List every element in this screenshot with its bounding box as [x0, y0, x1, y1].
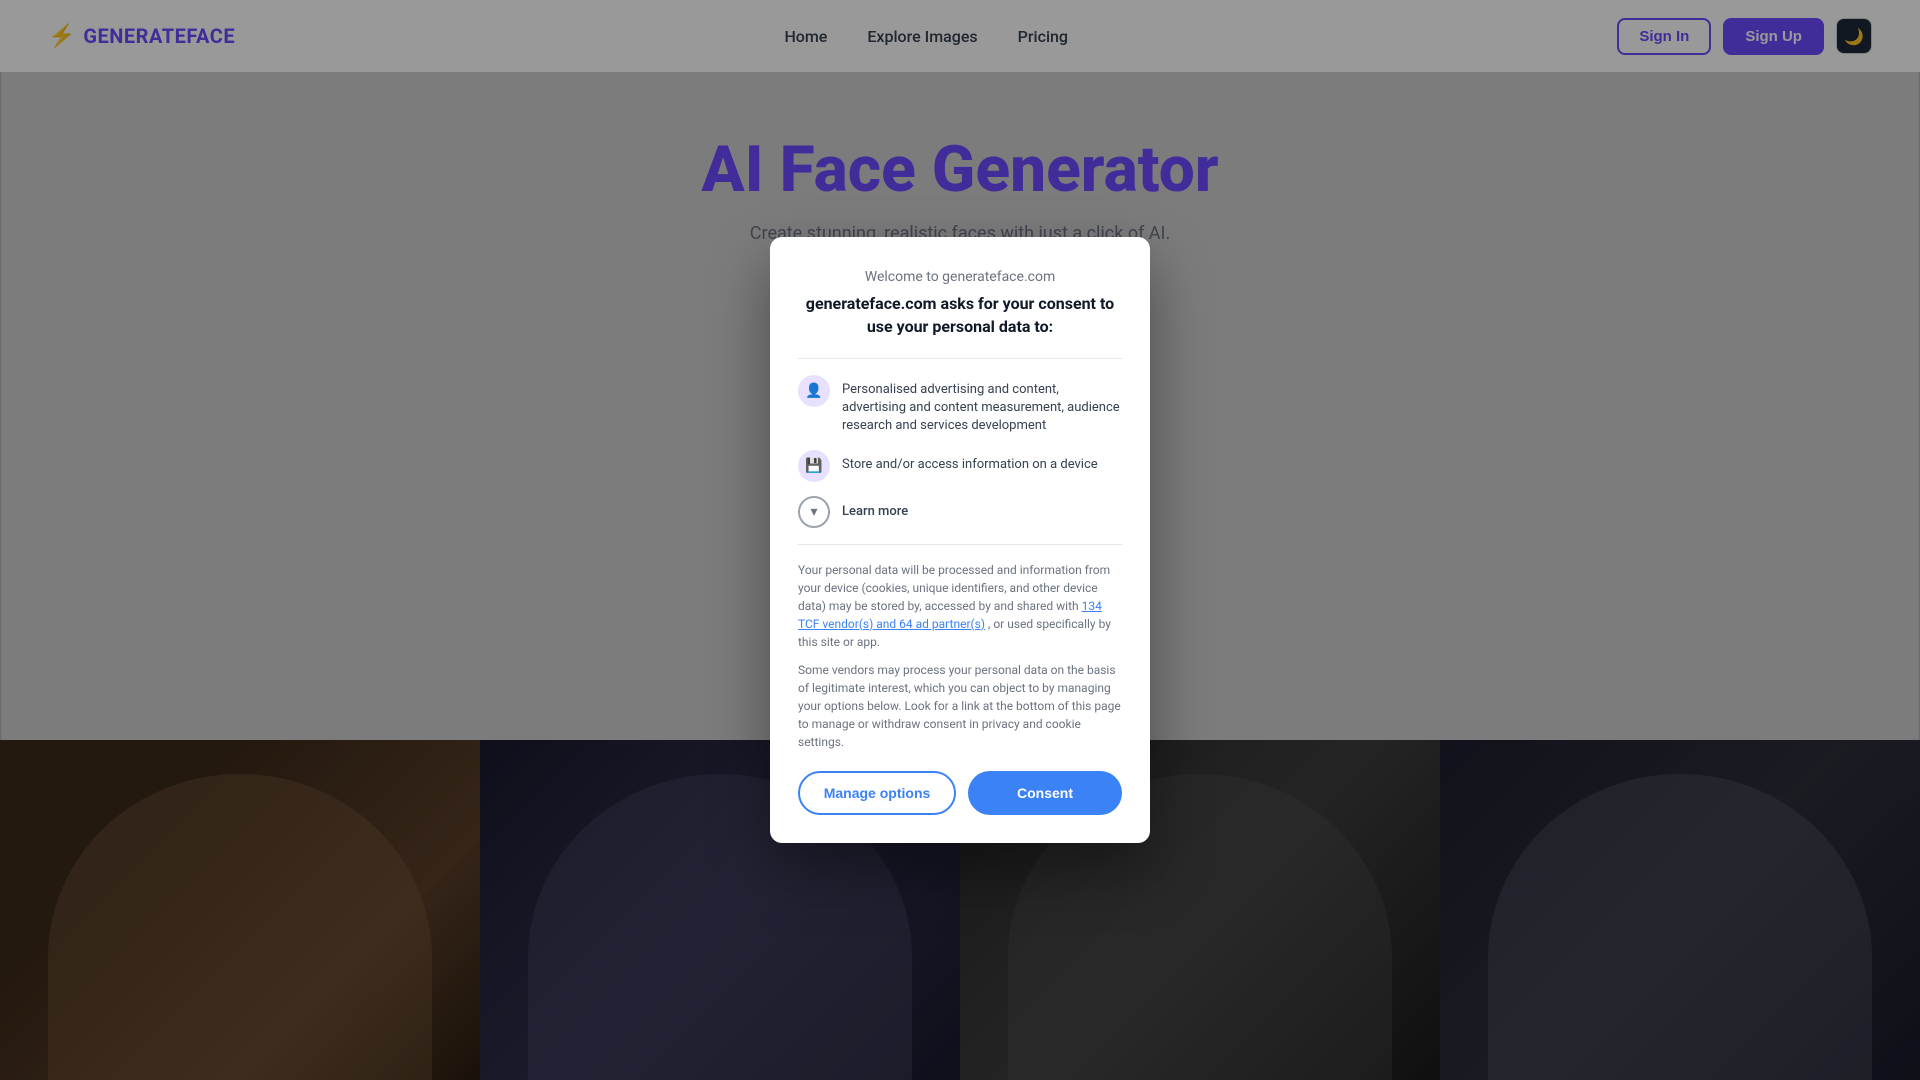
- modal-header: Welcome to generateface.com generateface…: [798, 269, 1122, 338]
- modal-divider: [798, 358, 1122, 359]
- consent-item-storage: 💾 Store and/or access information on a d…: [798, 450, 1122, 482]
- modal-title: generateface.com asks for your consent t…: [798, 293, 1122, 338]
- learn-more-item[interactable]: ▾ Learn more: [798, 496, 1122, 528]
- consent-item-advertising: 👤 Personalised advertising and content, …: [798, 375, 1122, 436]
- consent-storage-text: Store and/or access information on a dev…: [842, 450, 1098, 474]
- chevron-down-icon: ▾: [798, 496, 830, 528]
- modal-divider-2: [798, 544, 1122, 545]
- consent-modal: Welcome to generateface.com generateface…: [770, 237, 1150, 842]
- advertising-icon: 👤: [798, 375, 830, 407]
- consent-button[interactable]: Consent: [968, 771, 1122, 815]
- modal-welcome-text: Welcome to generateface.com: [798, 269, 1122, 285]
- storage-icon: 💾: [798, 450, 830, 482]
- manage-options-button[interactable]: Manage options: [798, 771, 956, 815]
- learn-more-label: Learn more: [842, 504, 908, 519]
- consent-advertising-text: Personalised advertising and content, ad…: [842, 375, 1122, 436]
- modal-footer: Manage options Consent: [798, 771, 1122, 815]
- modal-body-text-2: Some vendors may process your personal d…: [798, 661, 1122, 751]
- modal-overlay: Welcome to generateface.com generateface…: [0, 0, 1920, 1080]
- modal-body-text-1: Your personal data will be processed and…: [798, 561, 1122, 651]
